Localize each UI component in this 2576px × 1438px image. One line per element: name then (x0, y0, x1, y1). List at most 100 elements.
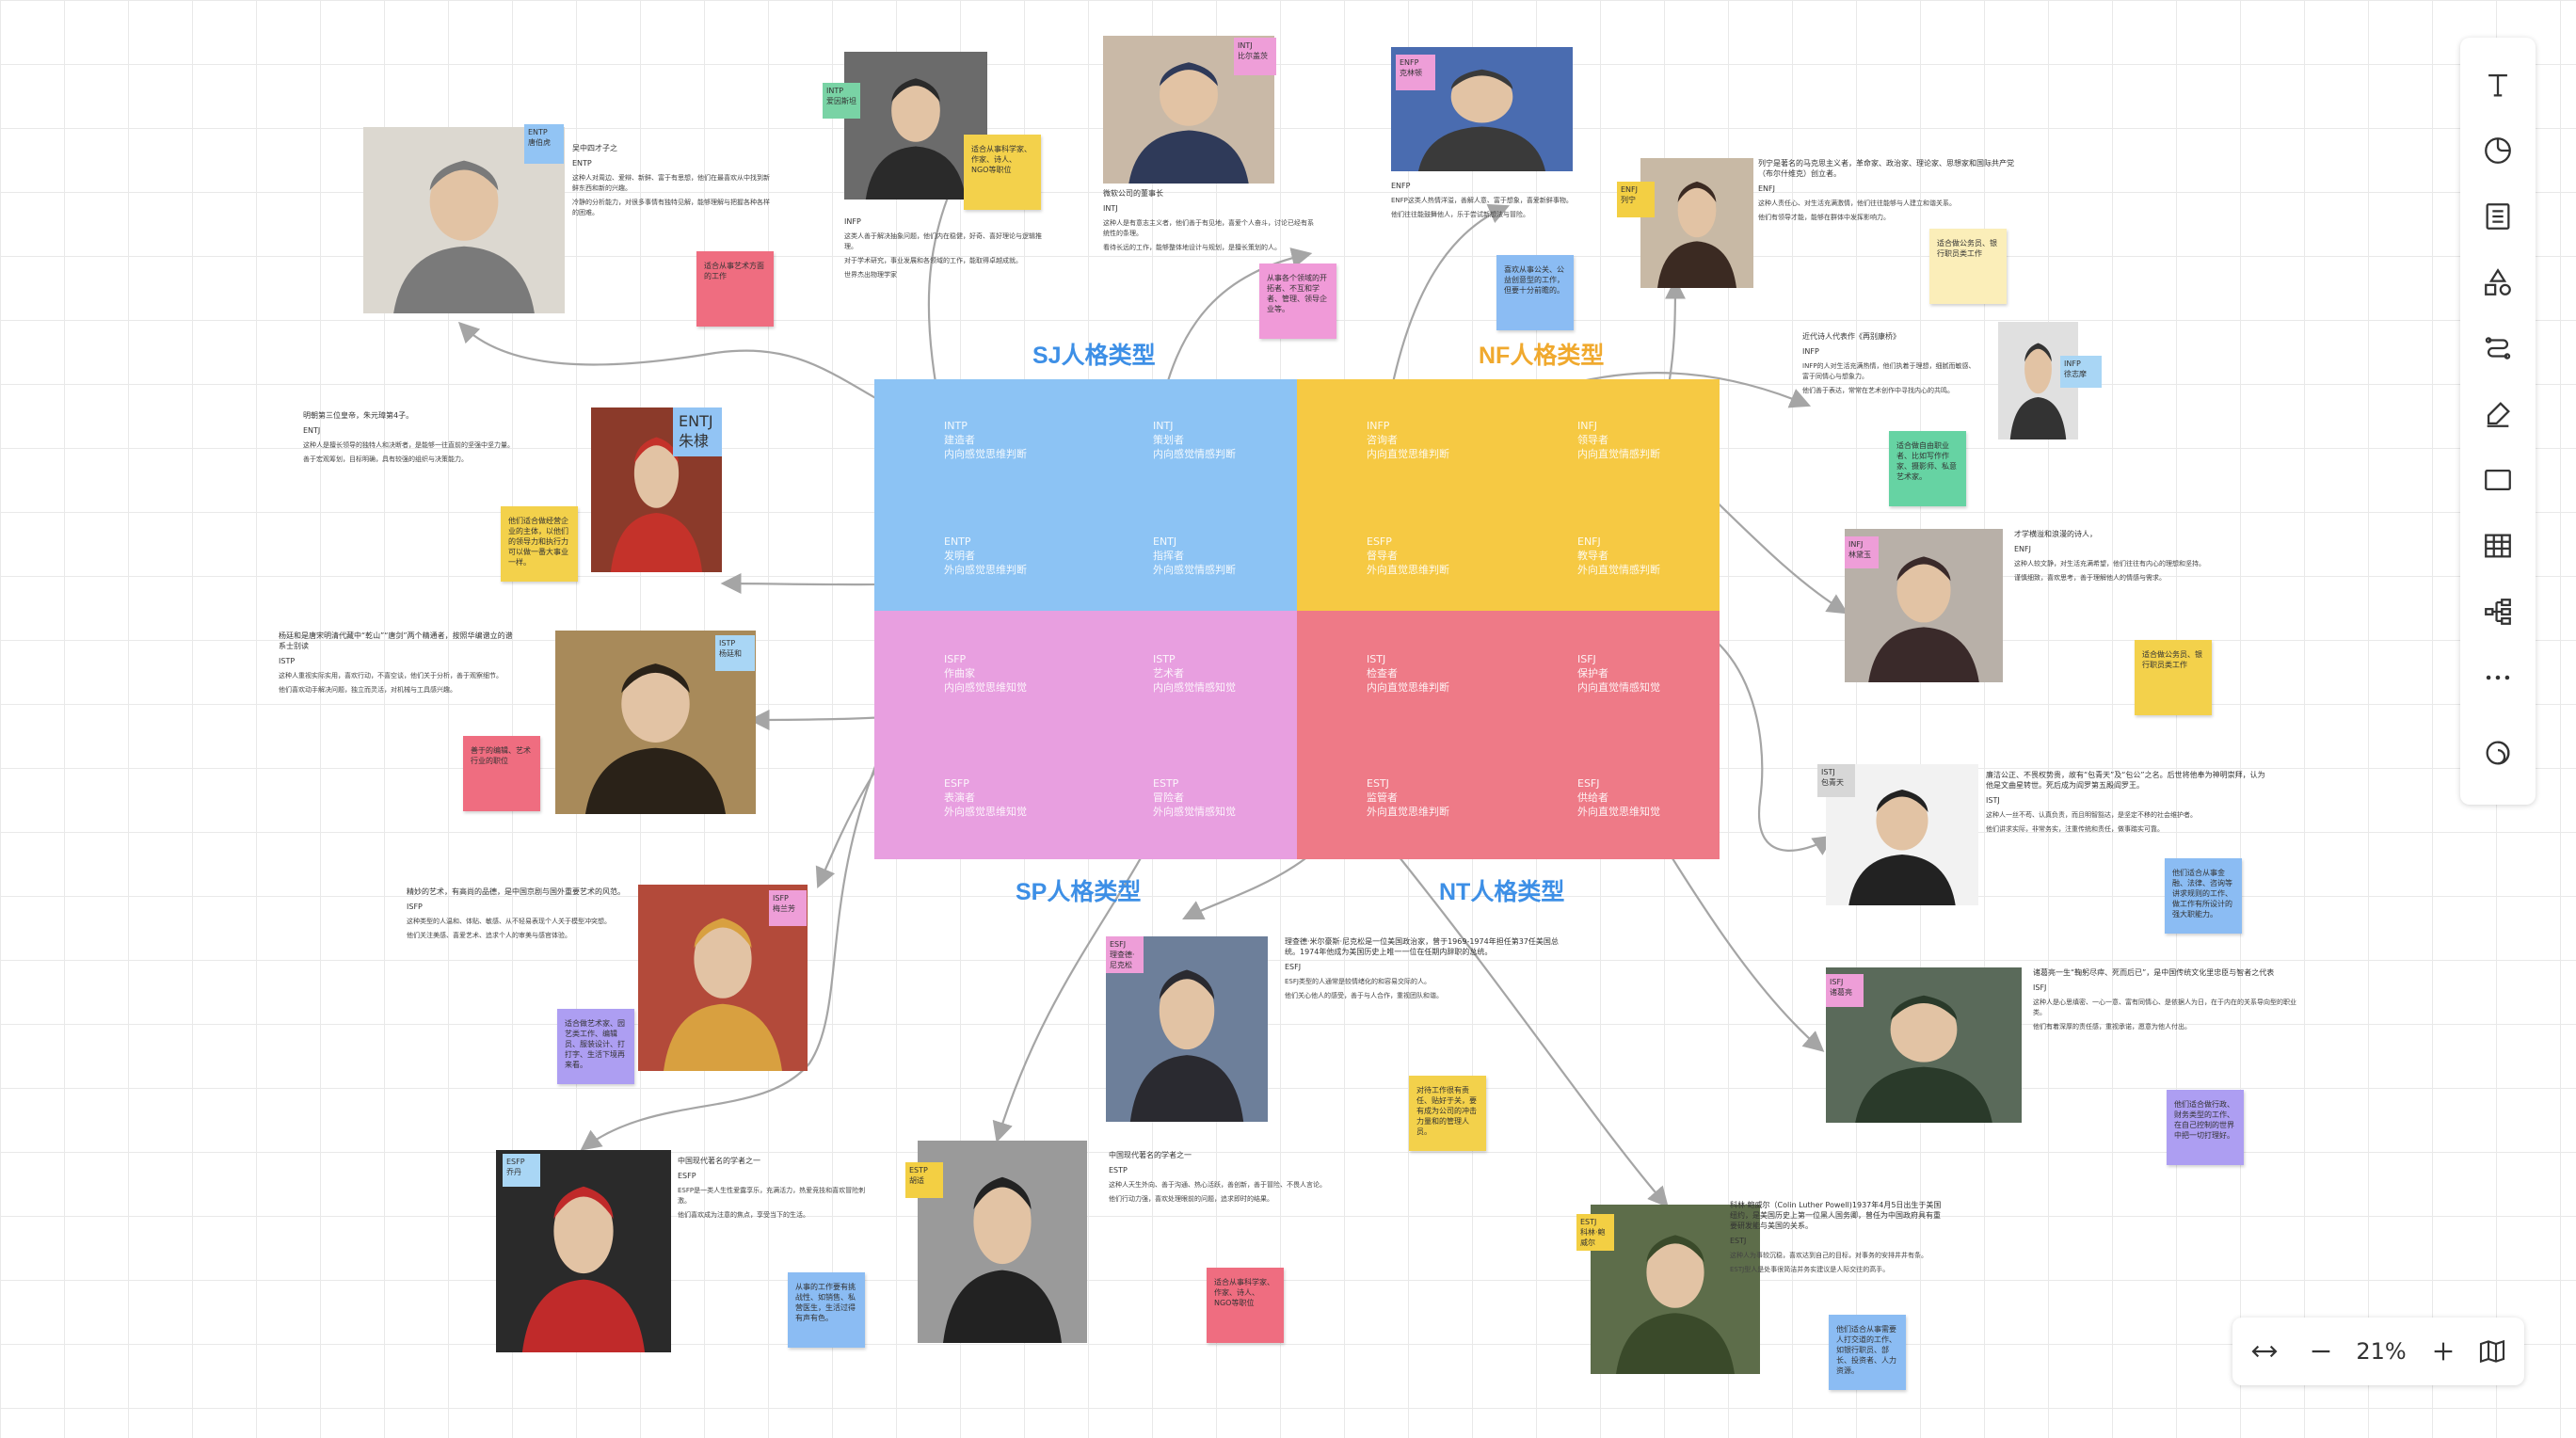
description-heading: 理查德·米尔豪斯·尼克松是一位美国政治家，曾于1969-1974年担任第37任美… (1285, 937, 1559, 956)
description-line: 这类人善于解决抽象问题，他们内在稳健，好奇、喜好理论与逻辑推理。 (844, 232, 1042, 250)
sp-title: SP人格类型 (1016, 879, 1142, 905)
zoom-in-button[interactable] (2424, 1333, 2462, 1370)
table-tool[interactable] (2479, 527, 2517, 565)
sticky-note[interactable]: 从事的工作要有挑战性、如销售、私营医生，生活过得有声有色。 (788, 1272, 865, 1348)
description-line: 看待长远的工作，能够整体地设计与规划，是擅长策划的人。 (1103, 244, 1281, 251)
sticky-note[interactable]: 适合做艺术家、园艺类工作、编辑员、服装设计、打打字、生活下境再来看。 (557, 1009, 634, 1084)
cell-code: ENTJ (1153, 535, 1177, 548)
mindmap-tool[interactable] (2479, 593, 2517, 631)
sticky-note[interactable]: 适合做公务员、银行职员类工作 (2135, 640, 2212, 715)
more-tool[interactable] (2479, 659, 2517, 696)
grid-cell-entp[interactable]: ENTP 发明者 外向感觉思维判断 (944, 535, 1027, 577)
minus-icon (2312, 1350, 2330, 1353)
cell-desc: 外向感觉情感判断 (1153, 564, 1236, 576)
zoom-out-button[interactable] (2302, 1333, 2340, 1370)
description-line: 这种人责任心、对生活充满激情，他们往往能够与人建立和谐关系。 (1758, 200, 1956, 207)
mbti-type-label: INFP (844, 217, 861, 226)
sticker-icon (2485, 137, 2511, 164)
text-icon (2488, 73, 2507, 97)
grid-cell-estj[interactable]: ESTJ 监管者 外向直觉思维判断 (1367, 776, 1449, 819)
portrait-photo[interactable] (918, 1141, 1087, 1343)
sticky-note[interactable]: 他们适合做经营企业的主体，以他们的领导力和执行力可以做一番大事业一样。 (501, 506, 578, 582)
quadrant-nt[interactable] (1297, 611, 1720, 859)
cell-desc: 外向直觉情感判断 (1577, 564, 1660, 576)
description-heading: 微软公司的董事长 (1103, 189, 1163, 198)
portrait-photo[interactable] (1640, 158, 1753, 288)
cell-desc: 内向直觉情感判断 (1577, 448, 1660, 460)
zoom-level: 21% (2356, 1338, 2407, 1365)
mbti-tag: ESTJ 科林·鲍威尔 (1576, 1214, 1614, 1251)
sticky-note[interactable]: 对待工作很有责任、贴好于关，要有成为公司的冲击力量和的管理人员。 (1409, 1076, 1486, 1151)
fit-width-button[interactable] (2246, 1333, 2283, 1370)
grid-cell-enfj[interactable]: ENFJ 教导者 外向直觉情感判断 (1577, 535, 1660, 577)
description-line: 他们喜欢成为注意的焦点，享受当下的生活。 (678, 1211, 809, 1219)
description-text: 科林·鲍威尔（Colin Luther Powell)1937年4月5日出生于美… (1730, 1200, 1946, 1279)
sticky-note[interactable]: 他们适合从事金融、法律、咨询等讲求规则的工作、做工作有所设计的强大职能力。 (2165, 858, 2242, 934)
description-line: 他们有着深厚的责任感，重视承诺，愿意为他人付出。 (2033, 1023, 2191, 1031)
cell-code: ISTP (1153, 653, 1176, 665)
pen-tool[interactable] (2479, 395, 2517, 433)
frame-tool[interactable] (2479, 461, 2517, 499)
mbti-tag: ESFP 乔丹 (503, 1154, 540, 1187)
description-line: 他们讲求实际，非常务实，注重传统和责任，做事踏实可靠。 (1986, 825, 2164, 833)
whiteboard-canvas[interactable]: SJ人格类型 NF人格类型 SP人格类型 NT人格类型 INTP 建造者 内向感觉思… (0, 0, 2576, 1438)
description-text: 才学横溢和浪漫的诗人， ENFJ 这种人较文静，对生活充满希望，他们往往有内心的理想… (2014, 529, 2231, 587)
sticky-note[interactable]: 适合从事科学家、作家、诗人、NGO等职位 (1207, 1268, 1284, 1343)
mindmap-icon (2485, 599, 2511, 625)
shape-tool[interactable] (2479, 132, 2517, 169)
grid-cell-infp[interactable]: INFP 咨询者 内向直觉思维判断 (1367, 419, 1449, 461)
description-heading: 精妙的艺术，有高尚的品德，是中国京剧与国外重要艺术的风范。 (407, 887, 625, 896)
description-text: 诸葛亮一生“鞠躬尽瘁、死而后已”，是中国传统文化里忠臣与智者之代表 ISFJ 这种人… (2033, 967, 2296, 1036)
sticky-note[interactable]: 喜欢从事公关、公益创意型的工作，但要十分前瞻的。 (1496, 255, 1574, 330)
cell-name: 发明者 (944, 550, 975, 562)
cell-desc: 外向直觉思维判断 (1367, 806, 1449, 818)
description-text: 近代诗人代表作《再别康桥》 INFP INFP的人对生活充满热情，他们执着于理想，细… (1802, 331, 1981, 400)
sticky-note[interactable]: 适合做公务员、银行职员类工作 (1929, 229, 2007, 304)
sticky-note[interactable]: 适合从事艺术方面的工作 (696, 251, 774, 327)
grid-cell-esfj[interactable]: ESFJ 供给者 外向直觉思维知觉 (1577, 776, 1660, 819)
tool-palette (2460, 38, 2536, 805)
cell-name: 冒险者 (1153, 791, 1184, 804)
grid-cell-infj[interactable]: INFJ 领导者 内向直觉情感判断 (1577, 419, 1660, 461)
sticky-note[interactable]: 他们适合从事需要人打交道的工作、如银行职员、部长、投资者、人力资源。 (1829, 1315, 1906, 1390)
quadrant-sp[interactable] (874, 611, 1297, 859)
cell-desc: 内向感觉思维知觉 (944, 681, 1027, 694)
sticky-note[interactable]: 适合从事科学家、作家、诗人、NGO等职位 (964, 135, 1041, 210)
cell-desc: 内向直觉思维判断 (1367, 448, 1449, 460)
connector-tool[interactable] (2479, 329, 2517, 367)
template-tool[interactable] (2479, 264, 2517, 301)
description-heading: 中国现代著名的学者之一 (678, 1157, 760, 1165)
grid-cell-intp[interactable]: INTP 建造者 内向感觉思维判断 (944, 419, 1027, 461)
grid-cell-isfp[interactable]: ISFP 作曲家 内向感觉思维知觉 (944, 652, 1027, 695)
minimap-button[interactable] (2473, 1333, 2511, 1370)
sticky-note[interactable]: 善于的编辑、艺术行业的职位 (463, 736, 540, 811)
grid-cell-entj[interactable]: ENTJ 指挥者 外向感觉情感判断 (1153, 535, 1236, 577)
frame-icon (2485, 469, 2511, 491)
sticky-note[interactable]: 他们适合做行政、财务类型的工作、在自己控制的世界中把一切打理好。 (2167, 1090, 2244, 1165)
description-line: 这种人是心思缜密、一心一意、富有同情心、是依据人为日，在于内在的关系导向型的职业… (2033, 999, 2296, 1016)
grid-cell-esfp[interactable]: ESFP 督导者 外向直觉思维判断 (1367, 535, 1449, 577)
description-line: 这种人是擅长领导的独特人和决断者，是能够一往直前的坚强中坚力量。 (303, 441, 514, 449)
description-heading: 吴中四才子之 (572, 144, 617, 152)
description-line: 对于学术研究，事业发展和各领域的工作，能取得卓越成就。 (844, 257, 1022, 264)
mbti-type-label: ESTP (1109, 1166, 1128, 1174)
sticky-note[interactable]: 从事各个领域的开拓者、不互和学者、管理、领导企业等。 (1259, 264, 1336, 339)
undo-tool[interactable] (2479, 734, 2517, 772)
cell-code: INFP (1367, 420, 1390, 432)
zoom-bar: 21% (2232, 1318, 2524, 1385)
sticky-note[interactable]: 适合做自由职业者、比如写作作家、摄影师、私意艺术家。 (1889, 431, 1966, 506)
mbti-tag: ENTP 唐伯虎 (524, 124, 564, 164)
grid-cell-istj[interactable]: ISTJ 检查者 内向直觉思维判断 (1367, 652, 1449, 695)
description-text: 廉洁公正、不畏权势贵，故有“包青天”及“包公”之名。后世将他奉为神明崇拜，认为他… (1986, 770, 2268, 839)
note-tool[interactable] (2479, 198, 2517, 235)
grid-cell-esfp[interactable]: ESFP 表演者 外向感觉思维知觉 (944, 776, 1027, 819)
grid-cell-intj[interactable]: INTJ 策划者 内向感觉情感判断 (1153, 419, 1236, 461)
text-tool[interactable] (2479, 66, 2517, 104)
description-text: 精妙的艺术，有高尚的品德，是中国京剧与国外重要艺术的风范。 ISFP 这种类型的人温… (407, 887, 642, 945)
cell-name: 作曲家 (944, 667, 975, 679)
grid-cell-istp[interactable]: ISTP 艺术者 内向感觉情感知觉 (1153, 652, 1236, 695)
grid-cell-estp[interactable]: ESTP 冒险者 外向感觉情感知觉 (1153, 776, 1236, 819)
cell-desc: 外向直觉思维判断 (1367, 564, 1449, 576)
grid-cell-isfj[interactable]: ISFJ 保护者 内向直觉情感知觉 (1577, 652, 1660, 695)
connector-icon (2485, 337, 2511, 360)
